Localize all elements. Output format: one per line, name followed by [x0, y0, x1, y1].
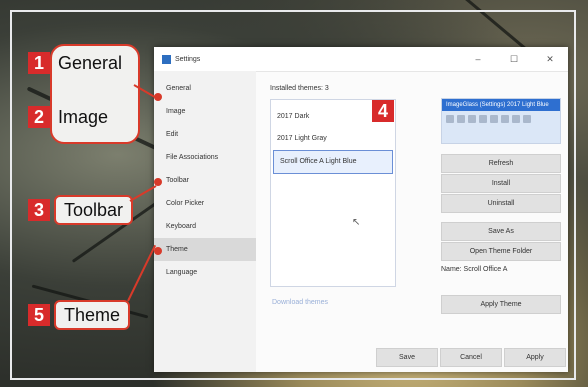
- preview-icon: [468, 115, 476, 123]
- preview-title: ImageGlass (Settings) 2017 Light Blue: [442, 99, 560, 111]
- callout-pill: Theme: [54, 300, 131, 330]
- sidebar-item-file-associations[interactable]: File Associations: [154, 146, 256, 169]
- sidebar-item-keyboard[interactable]: Keyboard: [154, 215, 256, 238]
- callout-dot: [154, 93, 162, 101]
- preview-icon: [479, 115, 487, 123]
- refresh-button[interactable]: Refresh: [441, 154, 561, 173]
- callout-label: General: [58, 52, 123, 73]
- settings-sidebar: General Image Edit File Associations Too…: [154, 71, 256, 372]
- callout-label: Toolbar: [64, 199, 124, 220]
- save-button[interactable]: Save: [376, 348, 438, 367]
- minimize-button[interactable]: –: [460, 54, 496, 65]
- sidebar-item-language[interactable]: Language: [154, 261, 256, 284]
- save-as-button[interactable]: Save As: [441, 222, 561, 241]
- callout-1: 1 General: [28, 52, 122, 74]
- app-icon: [162, 54, 171, 64]
- theme-list[interactable]: 2017 Dark 2017 Light Gray Scroll Office …: [270, 99, 396, 287]
- cancel-button[interactable]: Cancel: [440, 348, 502, 367]
- callout-number: 2: [28, 106, 50, 128]
- maximize-button[interactable]: ☐: [496, 54, 532, 65]
- sidebar-item-edit[interactable]: Edit: [154, 123, 256, 146]
- sidebar-item-toolbar[interactable]: Toolbar: [154, 169, 256, 192]
- install-button[interactable]: Install: [441, 174, 561, 193]
- settings-window: Settings – ☐ ✕ General Image Edit File A…: [154, 47, 568, 372]
- apply-theme-button[interactable]: Apply Theme: [441, 295, 561, 314]
- title-bar: Settings – ☐ ✕: [154, 47, 568, 72]
- callout-dot: [154, 178, 162, 186]
- preview-icon: [512, 115, 520, 123]
- preview-icon: [501, 115, 509, 123]
- callout-4: 4: [372, 100, 394, 122]
- installed-themes-label: Installed themes: 3: [270, 85, 329, 92]
- uninstall-button[interactable]: Uninstall: [441, 194, 561, 213]
- download-themes-link[interactable]: Download themes: [272, 299, 328, 306]
- callout-number: 1: [28, 52, 50, 74]
- callout-3: 3 Toolbar: [28, 195, 134, 225]
- sidebar-item-image[interactable]: Image: [154, 100, 256, 123]
- callout-dot: [154, 247, 162, 255]
- theme-item[interactable]: 2017 Light Gray: [271, 128, 395, 150]
- callout-number: 5: [28, 304, 50, 326]
- sidebar-item-color-picker[interactable]: Color Picker: [154, 192, 256, 215]
- sidebar-item-theme[interactable]: Theme: [154, 238, 256, 261]
- sidebar-item-general[interactable]: General: [154, 77, 256, 100]
- theme-preview: ImageGlass (Settings) 2017 Light Blue: [441, 98, 561, 144]
- callout-number: 3: [28, 199, 50, 221]
- preview-icon: [446, 115, 454, 123]
- open-theme-folder-button[interactable]: Open Theme Folder: [441, 242, 561, 261]
- window-title: Settings: [175, 55, 201, 63]
- callout-5: 5 Theme: [28, 300, 131, 330]
- close-button[interactable]: ✕: [532, 54, 568, 65]
- preview-toolbar: [442, 111, 560, 127]
- mouse-cursor-icon: ↖: [352, 217, 361, 228]
- callout-pill: Toolbar: [54, 195, 134, 225]
- apply-button[interactable]: Apply: [504, 348, 566, 367]
- preview-icon: [490, 115, 498, 123]
- callout-label: Image: [58, 106, 109, 127]
- theme-name-field: Name: Scroll Office A: [441, 266, 508, 273]
- callout-2: 2 Image: [28, 106, 108, 128]
- preview-icon: [457, 115, 465, 123]
- callout-label: Theme: [64, 304, 121, 325]
- callout-number: 4: [372, 100, 394, 122]
- theme-item-selected[interactable]: Scroll Office A Light Blue: [273, 150, 393, 174]
- preview-icon: [523, 115, 531, 123]
